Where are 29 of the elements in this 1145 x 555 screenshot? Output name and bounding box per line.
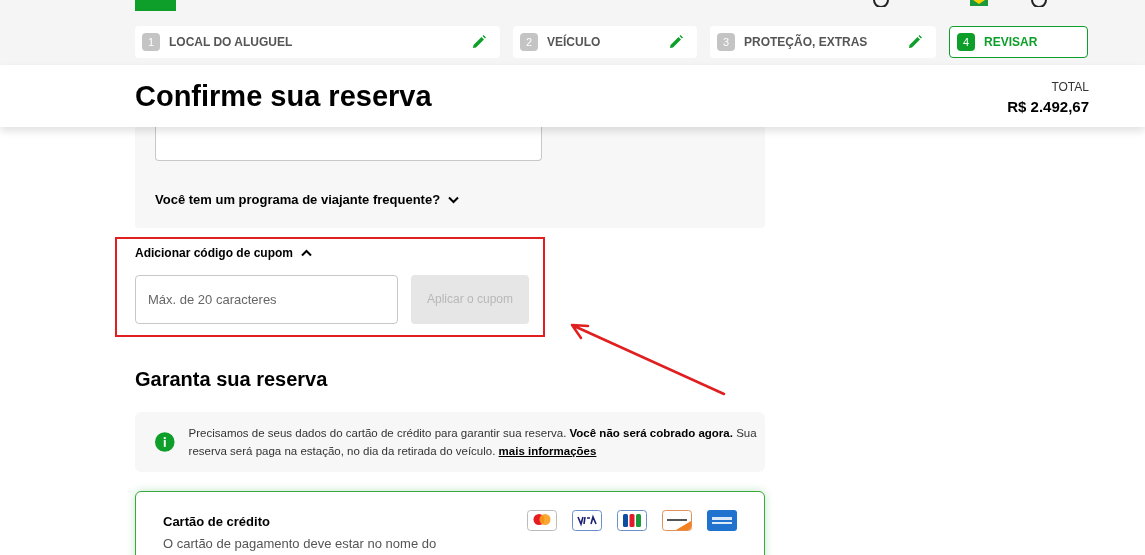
step-tab[interactable]: 3 PROTEÇÃO, EXTRAS [710,26,936,58]
more-info-link[interactable]: mais informações [498,444,597,457]
page-title: Confirme sua reserva [135,81,432,111]
payment-note: O cartão de pagamento deve estar no nome do [163,536,438,552]
coupon-toggle[interactable]: Adicionar código de cupom [135,243,312,262]
step-tab[interactable]: 1 LOCAL DO ALUGUEL [135,26,500,58]
step-number: 4 [957,33,975,51]
payment-option-card[interactable]: Cartão de crédito O cartão de pagamento deve estar no nome do [135,490,765,555]
step-label: VEÍCULO [547,33,602,51]
payment-title: Cartão de crédito [163,512,270,531]
step-label: REVISAR [984,34,1039,51]
total-label: TOTAL [1051,78,1089,96]
step-number: 1 [142,33,160,51]
step-label: PROTEÇÃO, EXTRAS [744,33,869,51]
edit-icon[interactable] [472,35,486,49]
step-tab[interactable]: 4 REVISAR [949,26,1088,58]
coupon-field[interactable]: Máx. de 20 caracteres [135,274,398,324]
notice-text: Precisamos de seus dados do cartão de crédito para garantir sua reserva. Você não será cobrado agora. Sua reserva será paga na estação, no dia da retirada do veículo. mais informações [188,425,758,459]
info-icon [155,431,175,452]
step-label: LOCAL DO ALUGUEL [169,34,294,51]
total-price: R$ 2.492,67 [1007,96,1089,117]
flag-icon[interactable] [970,0,988,6]
section-title: Garanta sua reserva [135,366,329,392]
text-field[interactable] [155,127,542,161]
edit-icon[interactable] [908,35,922,49]
frequent-traveler-toggle[interactable]: Você tem um programa de viajante frequente? [155,190,460,210]
mastercard-card-icon [527,509,557,531]
edit-icon[interactable] [669,35,683,49]
step-number: 3 [717,33,735,51]
